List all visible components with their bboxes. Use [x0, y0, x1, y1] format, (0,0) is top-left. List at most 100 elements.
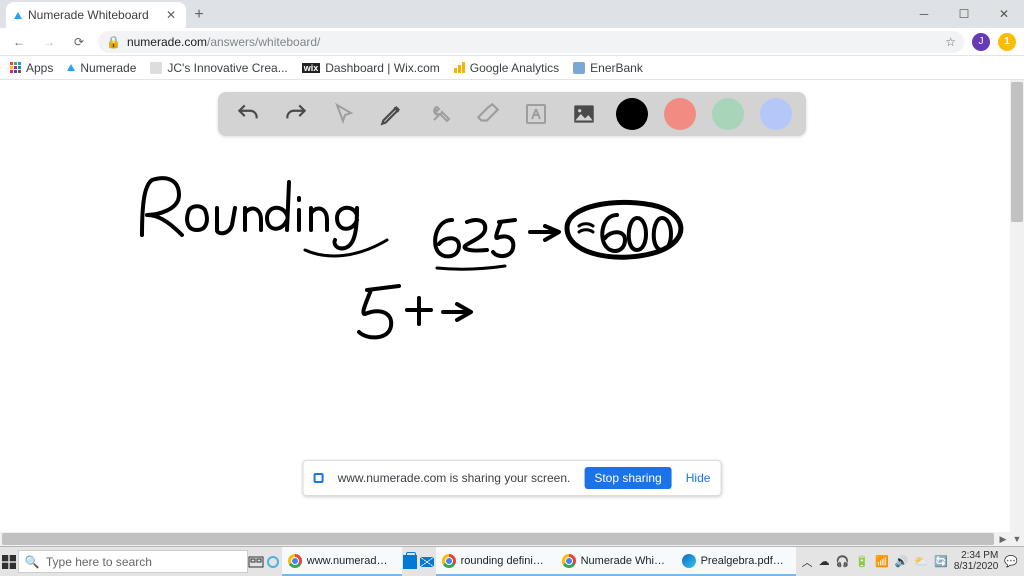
window-controls: ─ ☐ ✕: [904, 0, 1024, 28]
windows-taskbar: 🔍 Type here to search www.numerade.c... …: [0, 546, 1024, 576]
url-text: numerade.com/answers/whiteboard/: [127, 35, 320, 49]
taskbar-search[interactable]: 🔍 Type here to search: [18, 550, 248, 573]
numerade-favicon-icon: [14, 12, 22, 19]
search-icon: 🔍: [25, 555, 40, 569]
select-tool-button[interactable]: [328, 98, 360, 130]
taskbar-item-rounding[interactable]: rounding definiti...: [436, 547, 556, 576]
eraser-tool-button[interactable]: [472, 98, 504, 130]
wrench-icon: [428, 102, 452, 126]
tray-onedrive-icon[interactable]: ☁: [819, 555, 830, 568]
whiteboard-page[interactable]: www.numerade.com is sharing your screen.…: [0, 80, 1024, 546]
bookmark-label: EnerBank: [590, 61, 643, 75]
generic-favicon-icon: [150, 62, 162, 74]
bookmark-label: JC's Innovative Crea...: [167, 61, 287, 75]
taskbar-label: www.numerade.c...: [307, 555, 393, 567]
horizontal-scrollbar[interactable]: ◀ ▶: [0, 532, 1010, 546]
tray-wifi-icon[interactable]: 📶: [875, 555, 889, 568]
chrome-icon: [442, 554, 456, 568]
taskbar-item-numerade-site[interactable]: www.numerade.c...: [282, 547, 402, 576]
window-maximize-button[interactable]: ☐: [944, 0, 984, 28]
tray-chevron-icon[interactable]: ︿: [802, 554, 813, 570]
edge-icon: [682, 554, 696, 568]
lock-icon: 🔒: [106, 35, 121, 49]
reload-button[interactable]: ⟳: [68, 31, 90, 53]
vertical-scroll-thumb[interactable]: [1011, 82, 1023, 222]
wix-icon: wix: [302, 63, 321, 73]
undo-button[interactable]: [232, 98, 264, 130]
taskbar-label: Numerade White...: [581, 555, 667, 567]
bookmark-label: Dashboard | Wix.com: [325, 61, 440, 75]
hide-banner-button[interactable]: Hide: [686, 471, 711, 485]
scroll-down-icon[interactable]: ▼: [1010, 532, 1024, 546]
vertical-scrollbar[interactable]: ▲ ▼: [1010, 80, 1024, 546]
new-tab-button[interactable]: +: [186, 2, 212, 28]
url-path: /answers/whiteboard/: [207, 35, 320, 49]
image-tool-button[interactable]: [568, 98, 600, 130]
screenshare-indicator-icon: [314, 473, 324, 483]
color-swatch-green[interactable]: [712, 98, 744, 130]
taskbar-label: rounding definiti...: [461, 555, 547, 567]
pen-icon: [379, 101, 405, 127]
enerbank-icon: [573, 62, 585, 74]
taskbar-item-whiteboard[interactable]: Numerade White...: [556, 547, 676, 576]
redo-button[interactable]: [280, 98, 312, 130]
mail-icon: [420, 557, 434, 567]
color-swatch-red[interactable]: [664, 98, 696, 130]
tray-battery-icon[interactable]: 🔋: [855, 555, 869, 568]
bookmark-ga[interactable]: Google Analytics: [454, 61, 559, 75]
notifications-icon[interactable]: 💬: [1004, 555, 1018, 568]
back-button[interactable]: ←: [8, 31, 30, 53]
forward-button: →: [38, 31, 60, 53]
task-view-button[interactable]: [248, 547, 265, 576]
taskbar-store[interactable]: [402, 547, 419, 576]
color-swatch-black[interactable]: [616, 98, 648, 130]
stop-sharing-button[interactable]: Stop sharing: [584, 467, 671, 489]
taskview-icon: [248, 556, 264, 568]
bookmark-enerbank[interactable]: EnerBank: [573, 61, 643, 75]
bookmark-jc[interactable]: JC's Innovative Crea...: [150, 61, 287, 75]
color-swatch-blue[interactable]: [760, 98, 792, 130]
apps-shortcut[interactable]: Apps: [10, 61, 53, 75]
window-minimize-button[interactable]: ─: [904, 0, 944, 28]
bookmarks-bar: Apps Numerade JC's Innovative Crea... wi…: [0, 56, 1024, 80]
tray-sync-icon[interactable]: 🔄: [934, 555, 948, 568]
url-host: numerade.com: [127, 35, 207, 49]
taskbar-item-prealgebra[interactable]: Prealgebra.pdf - ...: [676, 547, 796, 576]
windows-logo-icon: [2, 555, 16, 569]
cortana-button[interactable]: [265, 547, 282, 576]
redo-icon: [283, 101, 309, 127]
tools-button[interactable]: [424, 98, 456, 130]
store-icon: [403, 555, 417, 569]
tray-headset-icon[interactable]: 🎧: [836, 555, 850, 568]
browser-nav-row: ← → ⟳ 🔒 numerade.com/answers/whiteboard/…: [0, 28, 1024, 56]
update-badge[interactable]: 1: [998, 33, 1016, 51]
window-close-button[interactable]: ✕: [984, 0, 1024, 28]
analytics-icon: [454, 62, 465, 73]
tray-cloud-icon[interactable]: ⛅: [914, 555, 928, 568]
chrome-icon: [562, 554, 576, 568]
numerade-icon: [67, 64, 75, 71]
pen-tool-button[interactable]: [376, 98, 408, 130]
tab-close-icon[interactable]: ✕: [166, 8, 176, 22]
bookmark-label: Google Analytics: [470, 61, 559, 75]
screenshare-text: www.numerade.com is sharing your screen.: [338, 471, 571, 485]
address-bar[interactable]: 🔒 numerade.com/answers/whiteboard/ ☆: [98, 31, 964, 53]
start-button[interactable]: [0, 547, 18, 576]
bookmark-wix[interactable]: wix Dashboard | Wix.com: [302, 61, 440, 75]
horizontal-scroll-thumb[interactable]: [2, 533, 994, 545]
apps-label: Apps: [26, 61, 53, 75]
browser-tab-active[interactable]: Numerade Whiteboard ✕: [6, 2, 186, 28]
clock-time: 2:34 PM: [961, 551, 998, 562]
bookmark-star-icon[interactable]: ☆: [945, 35, 956, 49]
taskbar-clock[interactable]: 2:34 PM 8/31/2020: [954, 551, 999, 572]
taskbar-mail[interactable]: [419, 547, 436, 576]
text-tool-button[interactable]: [520, 98, 552, 130]
tray-volume-icon[interactable]: 🔊: [895, 555, 909, 568]
clock-date: 8/31/2020: [954, 562, 999, 573]
profile-avatar[interactable]: J: [972, 33, 990, 51]
undo-icon: [235, 101, 261, 127]
bookmark-numerade[interactable]: Numerade: [67, 61, 136, 75]
system-tray: ︿ ☁ 🎧 🔋 📶 🔊 ⛅ 🔄 2:34 PM 8/31/2020 💬: [796, 547, 1024, 576]
chrome-icon: [288, 554, 302, 568]
scroll-right-icon[interactable]: ▶: [996, 532, 1010, 546]
